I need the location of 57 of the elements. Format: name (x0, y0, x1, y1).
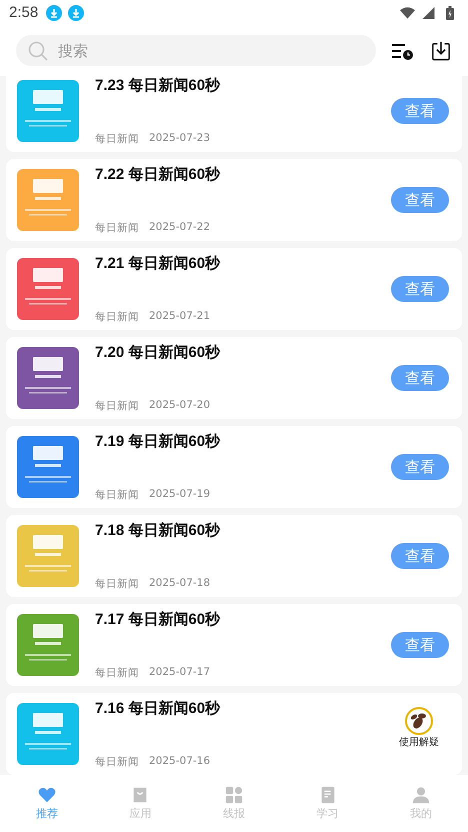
signal-icon (421, 6, 436, 18)
article-title: 7.23 每日新闻60秒 (95, 76, 222, 95)
article-title: 7.17 每日新闻60秒 (95, 610, 222, 629)
article-title: 7.22 每日新闻60秒 (95, 165, 222, 184)
article-date: 2025-07-17 (149, 666, 210, 680)
view-button[interactable]: 查看 (391, 454, 449, 480)
view-button[interactable]: 查看 (391, 276, 449, 302)
article-source: 每日新闻 (95, 132, 139, 146)
article-title: 7.16 每日新闻60秒 (95, 699, 222, 718)
article-title: 7.19 每日新闻60秒 (95, 432, 222, 451)
download-icon (46, 4, 62, 20)
article-source: 每日新闻 (95, 666, 139, 680)
bag-icon (131, 786, 150, 804)
view-button[interactable]: 查看 (391, 632, 449, 658)
article-source: 每日新闻 (95, 577, 139, 591)
grid-icon (224, 786, 243, 804)
article-source: 每日新闻 (95, 488, 139, 502)
article-date: 2025-07-22 (149, 221, 210, 235)
article-date: 2025-07-18 (149, 577, 210, 591)
article-date: 2025-07-19 (149, 488, 210, 502)
article-card[interactable]: 7.17 每日新闻60秒 每日新闻 2025-07-17 查看 (6, 604, 462, 686)
article-card[interactable]: 7.18 每日新闻60秒 每日新闻 2025-07-18 查看 (6, 515, 462, 597)
download-icon (68, 4, 84, 20)
article-source: 每日新闻 (95, 399, 139, 413)
article-source: 每日新闻 (95, 310, 139, 324)
nav-tab[interactable]: 线报 (187, 775, 281, 832)
article-title: 7.20 每日新闻60秒 (95, 343, 222, 362)
article-date: 2025-07-16 (149, 755, 210, 769)
article-title: 7.18 每日新闻60秒 (95, 521, 222, 540)
article-date: 2025-07-21 (149, 310, 210, 324)
article-card[interactable]: 7.19 每日新闻60秒 每日新闻 2025-07-19 查看 (6, 426, 462, 508)
battery-icon (446, 6, 454, 20)
nav-tab[interactable]: 我的 (374, 775, 468, 832)
search-field[interactable]: 搜索 (16, 35, 376, 66)
download-box-icon[interactable] (430, 40, 452, 60)
article-card[interactable]: 7.20 每日新闻60秒 每日新闻 2025-07-20 查看 (6, 337, 462, 419)
view-button[interactable]: 查看 (391, 365, 449, 391)
help-label: 使用解疑 (399, 736, 439, 749)
view-button[interactable]: 查看 (391, 98, 449, 124)
nav-tab[interactable]: 学习 (280, 775, 374, 832)
status-time: 2:58 (9, 4, 38, 21)
article-title: 7.21 每日新闻60秒 (95, 254, 222, 273)
heart-icon (38, 786, 56, 804)
article-card[interactable]: 7.21 每日新闻60秒 每日新闻 2025-07-21 查看 (6, 248, 462, 330)
wifi-icon (400, 6, 415, 18)
person-icon (412, 786, 430, 804)
article-card[interactable]: 7.22 每日新闻60秒 每日新闻 2025-07-22 查看 (6, 159, 462, 241)
view-button[interactable]: 查看 (391, 187, 449, 213)
view-button[interactable]: 查看 (391, 543, 449, 569)
nav-tab[interactable]: 推荐 (0, 775, 94, 832)
article-source: 每日新闻 (95, 221, 139, 235)
article-source: 每日新闻 (95, 755, 139, 769)
article-date: 2025-07-20 (149, 399, 210, 413)
article-date: 2025-07-23 (149, 132, 210, 146)
nav-tab[interactable]: 应用 (94, 775, 188, 832)
article-card[interactable]: 7.23 每日新闻60秒 每日新闻 2025-07-23 查看 (6, 76, 462, 152)
book-icon (318, 786, 337, 804)
